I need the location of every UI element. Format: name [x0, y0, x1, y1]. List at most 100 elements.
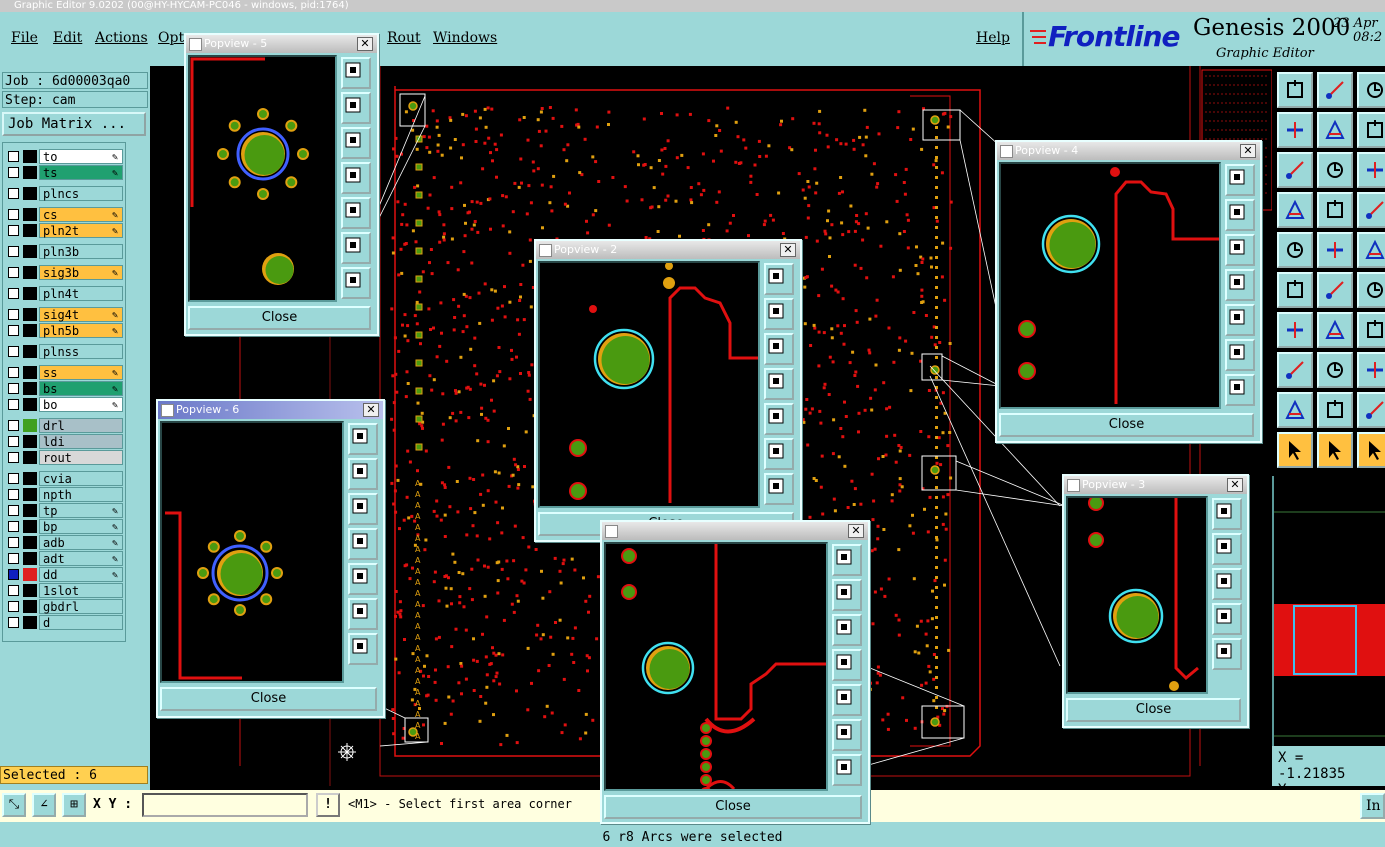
- pan-down-icon[interactable]: [348, 493, 378, 525]
- layer-color-swatch[interactable]: [23, 224, 37, 237]
- home-icon[interactable]: [1357, 72, 1385, 108]
- zoom-out-icon[interactable]: [348, 633, 378, 665]
- close-icon[interactable]: ✕: [1240, 144, 1256, 158]
- layer-color-swatch[interactable]: [23, 600, 37, 613]
- layer-checkbox[interactable]: [8, 209, 19, 220]
- pan-right-icon[interactable]: [341, 197, 371, 229]
- layer-row[interactable]: cvia: [5, 471, 123, 486]
- layer-checkbox[interactable]: [8, 452, 19, 463]
- layer-row[interactable]: ts ✎: [5, 165, 123, 180]
- popview-window[interactable]: Popview - 6 ✕ Close: [156, 399, 385, 718]
- layer-name[interactable]: sig3b ✎: [39, 265, 123, 280]
- snap-icon[interactable]: [1277, 192, 1313, 228]
- layer-row[interactable]: adb ✎: [5, 535, 123, 550]
- layer-row[interactable]: sig3b ✎: [5, 265, 123, 280]
- layer-checkbox[interactable]: [8, 399, 19, 410]
- pan-right-icon[interactable]: [348, 563, 378, 595]
- popview-close-button[interactable]: Close: [1066, 698, 1241, 722]
- layer-checkbox[interactable]: [8, 420, 19, 431]
- zoom-home-icon[interactable]: [1225, 164, 1255, 196]
- layer-checkbox[interactable]: [8, 617, 19, 628]
- measure-icon[interactable]: ∠: [32, 793, 56, 817]
- pin-icon[interactable]: [1357, 192, 1385, 228]
- popview-title-bar[interactable]: Popview - 5 ✕: [186, 35, 377, 53]
- layer-row[interactable]: pln2t ✎: [5, 223, 123, 238]
- popview-title-bar[interactable]: Popview - 1✕: [602, 522, 868, 540]
- layer-row[interactable]: 1slot: [5, 583, 123, 598]
- pan-right-icon[interactable]: [1212, 638, 1242, 670]
- layer-row[interactable]: sig4t ✎: [5, 307, 123, 322]
- rotate-left-icon[interactable]: [1277, 112, 1313, 148]
- popview-close-button[interactable]: Close: [160, 687, 377, 711]
- layer-color-swatch[interactable]: [23, 552, 37, 565]
- layer-name[interactable]: npth: [39, 487, 123, 502]
- layer-checkbox[interactable]: [8, 585, 19, 596]
- pointer-box-icon[interactable]: [1317, 432, 1353, 468]
- layer-color-swatch[interactable]: [23, 345, 37, 358]
- layer-checkbox[interactable]: [8, 151, 19, 162]
- layer-checkbox[interactable]: [8, 553, 19, 564]
- layer-color-swatch[interactable]: [23, 266, 37, 279]
- popview-canvas[interactable]: [999, 162, 1221, 409]
- popview-window[interactable]: Popview - 5 ✕ Close: [184, 33, 379, 336]
- layer-color-swatch[interactable]: [23, 245, 37, 258]
- zoom-out-icon[interactable]: [1225, 374, 1255, 406]
- layer-checkbox[interactable]: [8, 383, 19, 394]
- layer-row[interactable]: pln3b: [5, 244, 123, 259]
- pan-down-icon[interactable]: [1212, 568, 1242, 600]
- layer-color-swatch[interactable]: [23, 187, 37, 200]
- node-icon[interactable]: [1277, 272, 1313, 308]
- layer-row[interactable]: plnss: [5, 344, 123, 359]
- layer-checkbox[interactable]: [8, 473, 19, 484]
- layer-row[interactable]: ldi: [5, 434, 123, 449]
- layer-color-swatch[interactable]: [23, 150, 37, 163]
- layer-name[interactable]: adb ✎: [39, 535, 123, 550]
- popview-canvas[interactable]: [188, 55, 337, 302]
- layer-checkbox[interactable]: [8, 167, 19, 178]
- layer-name[interactable]: to ✎: [39, 149, 123, 164]
- layer-row[interactable]: ss ✎: [5, 365, 123, 380]
- pan-up-icon[interactable]: [764, 298, 794, 330]
- layer-color-swatch[interactable]: [23, 382, 37, 395]
- layer-name[interactable]: ldi: [39, 434, 123, 449]
- popview-canvas[interactable]: [1066, 496, 1208, 694]
- pan-left-icon[interactable]: [348, 528, 378, 560]
- layer-name[interactable]: tp ✎: [39, 503, 123, 518]
- cut-icon[interactable]: [1317, 272, 1353, 308]
- clock-icon[interactable]: [1357, 432, 1385, 468]
- layer-name[interactable]: bs ✎: [39, 381, 123, 396]
- copy-icon[interactable]: [1317, 72, 1353, 108]
- layer-row[interactable]: adt ✎: [5, 551, 123, 566]
- layer-row[interactable]: drl: [5, 418, 123, 433]
- layer-color-swatch[interactable]: [23, 451, 37, 464]
- xy-input[interactable]: [142, 793, 308, 817]
- menu-file[interactable]: File: [11, 30, 38, 46]
- pan-right-icon[interactable]: [832, 684, 862, 716]
- select-shape-icon[interactable]: [1317, 232, 1353, 268]
- layer-row[interactable]: plncs: [5, 186, 123, 201]
- layer-color-swatch[interactable]: [23, 472, 37, 485]
- layer-checkbox[interactable]: [8, 225, 19, 236]
- layer-checkbox[interactable]: [8, 188, 19, 199]
- layer-name[interactable]: adt ✎: [39, 551, 123, 566]
- layer-name[interactable]: plncs: [39, 186, 123, 201]
- layer-color-swatch[interactable]: [23, 435, 37, 448]
- layer-color-swatch[interactable]: [23, 308, 37, 321]
- pointer-icon[interactable]: [1277, 432, 1313, 468]
- arc-icon[interactable]: [1357, 272, 1385, 308]
- menu-windows[interactable]: Windows: [433, 30, 497, 46]
- close-icon[interactable]: ✕: [363, 403, 379, 417]
- triangle-icon[interactable]: [1277, 392, 1313, 428]
- zoom-fit-icon[interactable]: [1277, 152, 1313, 188]
- layer-row[interactable]: pln4t: [5, 286, 123, 301]
- layer-color-swatch[interactable]: [23, 568, 37, 581]
- pan-down-icon[interactable]: [1225, 234, 1255, 266]
- layer-row[interactable]: bo ✎: [5, 397, 123, 412]
- layer-name[interactable]: ts ✎: [39, 165, 123, 180]
- zoom-home-icon[interactable]: [341, 57, 371, 89]
- layer-row[interactable]: npth: [5, 487, 123, 502]
- line-red-icon[interactable]: [1317, 312, 1353, 348]
- layer-row[interactable]: cs ✎: [5, 207, 123, 222]
- pan-left-icon[interactable]: [1212, 603, 1242, 635]
- popview-window[interactable]: Popview - 2✕Close: [534, 239, 802, 542]
